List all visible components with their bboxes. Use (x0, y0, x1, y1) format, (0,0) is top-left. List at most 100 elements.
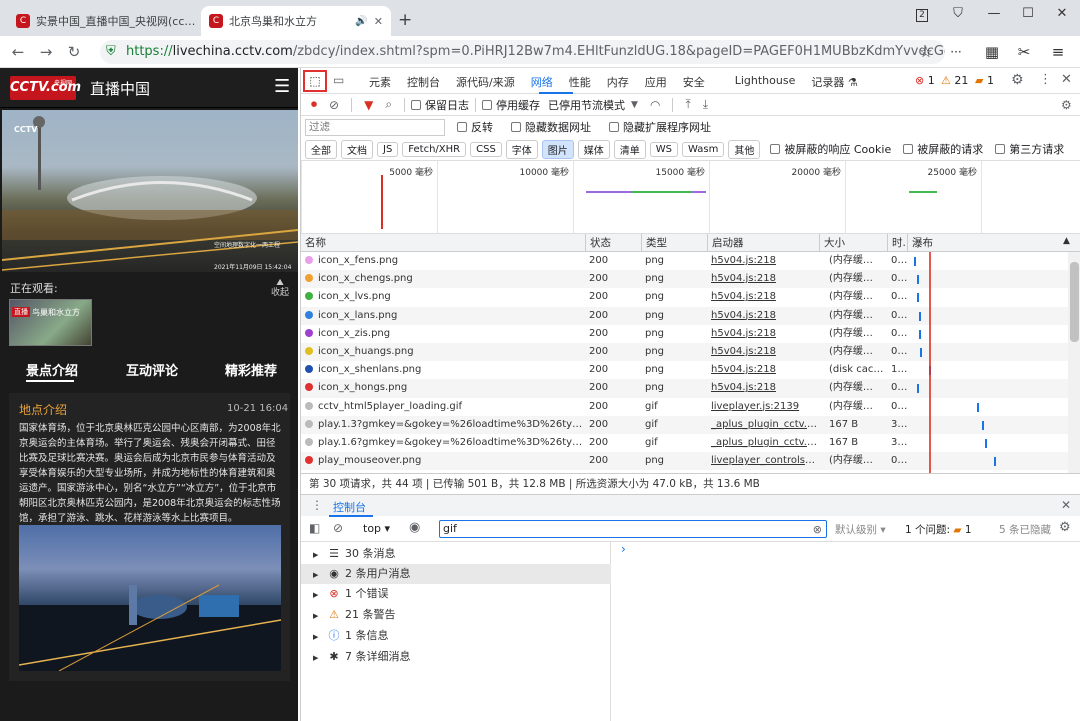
filter-all[interactable]: 全部 (305, 139, 337, 159)
message-group-info[interactable]: ▶ ⓘ 1 条信息 (301, 626, 611, 646)
drawer-tab-console[interactable]: 控制台 (333, 499, 366, 515)
live-video-player[interactable]: CCTV 空间地理数字化一两工程 2021年11月09日 15:42:04 (2, 110, 298, 272)
settings-gear-icon[interactable]: ⚙ (1011, 72, 1024, 88)
col-waterfall[interactable]: 瀑布 (907, 234, 1080, 252)
request-row[interactable]: icon_x_huangs.png 200 png h5v04.js:218 (内存缓…… (301, 343, 1080, 362)
console-prompt[interactable]: › (621, 542, 626, 556)
message-group-warnings[interactable]: ▶ ⚠ 21 条警告 (301, 605, 611, 625)
context-select[interactable]: top ▾ (363, 522, 390, 535)
log-level-select[interactable]: 默认级别 ▾ (835, 522, 886, 537)
request-initiator[interactable]: h5v04.js:218 (711, 288, 817, 306)
more-options-icon[interactable]: ⋮ (1039, 72, 1052, 87)
request-initiator[interactable]: h5v04.js:218 (711, 270, 817, 288)
tab-security[interactable]: 安全 (683, 74, 705, 90)
audio-icon[interactable]: 🔊 (355, 16, 367, 27)
blocked-requests-checkbox[interactable] (903, 144, 914, 154)
channel-thumbnail[interactable]: 直播 鸟巢和水立方 (9, 299, 92, 346)
filter-font[interactable]: 字体 (505, 139, 538, 159)
sidebar-toggle-icon[interactable]: ◧ (309, 521, 320, 535)
request-row[interactable]: icon_x_lvs.png 200 png h5v04.js:218 (内存缓… 0… (301, 288, 1080, 306)
menu-icon[interactable]: ≡ (1048, 42, 1068, 62)
extensions-grid-icon[interactable]: ▦ (982, 42, 1002, 62)
close-drawer-icon[interactable]: ✕ (1061, 498, 1071, 512)
upload-icon[interactable]: ⤒ (685, 97, 690, 112)
request-initiator[interactable]: liveplayer_controls.js:1 (711, 452, 817, 470)
filter-img[interactable]: 图片 (541, 139, 574, 159)
device-toolbar-icon[interactable]: ▭ (333, 73, 344, 87)
shirt-icon[interactable]: ⛉ (944, 4, 972, 24)
more-menu-icon[interactable]: ··· (946, 42, 966, 62)
issues-link[interactable]: 1 个问题: ▰ 1 (905, 522, 972, 537)
network-overview-timeline[interactable]: 5000 毫秒 10000 毫秒 15000 毫秒 20000 毫秒 25000… (301, 160, 1080, 235)
preserve-log-checkbox[interactable] (411, 99, 422, 110)
tab-count-icon[interactable]: 2 (908, 4, 936, 24)
filter-funnel-icon[interactable]: ▼ (364, 98, 373, 112)
col-initiator[interactable]: 启动器 (707, 234, 819, 252)
col-size[interactable]: 大小 (819, 234, 887, 252)
request-row[interactable]: cctv_html5player_loading.gif 200 gif livepl… (301, 398, 1080, 416)
search-icon[interactable]: ⌕ (385, 97, 392, 112)
minimize-icon[interactable]: — (980, 4, 1008, 24)
sort-arrow-icon[interactable]: ▲ (1063, 236, 1070, 246)
request-initiator[interactable]: h5v04.js:218 (711, 307, 817, 325)
network-filter-input[interactable]: 过滤 (305, 118, 445, 136)
bookmark-star-icon[interactable]: ☆ (916, 42, 936, 62)
message-group-all[interactable]: ▶ ☰ 30 条消息 (301, 544, 611, 564)
url-bar[interactable]: ⛨ https://livechina.cctv.com/zbdcy/index… (100, 40, 945, 64)
request-row[interactable]: play.1.3?gmkey=&gokey=%26loadtime%3D%26t… (301, 415, 1080, 434)
tab-sources[interactable]: 源代码/来源 (456, 74, 515, 90)
tab-recommend[interactable]: 精彩推荐 (225, 360, 277, 379)
filter-fetch-xhr[interactable]: Fetch/XHR (402, 141, 467, 157)
new-tab-button[interactable]: + (398, 10, 412, 30)
request-initiator[interactable]: _aplus_plugin_cctv.j… (711, 434, 817, 452)
forward-icon[interactable]: → (36, 42, 56, 62)
message-group-errors[interactable]: ▶ ⊗ 1 个错误 (301, 584, 611, 604)
filter-manifest[interactable]: 清单 (613, 139, 646, 159)
request-initiator[interactable]: h5v04.js:218 (711, 343, 817, 361)
filter-doc[interactable]: 文档 (341, 139, 373, 159)
request-initiator[interactable]: _aplus_plugin_cctv.j… (711, 416, 817, 434)
clear-filter-icon[interactable]: ⊗ (813, 522, 822, 538)
wifi-icon[interactable]: ◠ (650, 98, 660, 112)
request-row[interactable]: play_mouseover.png 200 png liveplayer_contr… (301, 452, 1080, 471)
tab-elements[interactable]: 元素 (369, 74, 391, 90)
request-row[interactable]: icon_x_zis.png 200 png h5v04.js:218 (内存缓… 0… (301, 325, 1080, 343)
maximize-icon[interactable]: ☐ (1014, 4, 1042, 24)
scissors-icon[interactable]: ✂ (1014, 42, 1034, 62)
request-initiator[interactable]: h5v04.js:218 (711, 379, 817, 397)
browser-tab-1[interactable]: C 实景中国_直播中国_央视网(cc… ✕ (8, 6, 196, 36)
reload-icon[interactable]: ↻ (64, 42, 84, 62)
request-initiator[interactable]: liveplayer.js:2139 (711, 398, 817, 416)
tab-scenic-intro[interactable]: 景点介绍 (26, 360, 78, 379)
request-row[interactable]: icon_x_shenlans.png 200 png h5v04.js:218 (di… (301, 361, 1080, 379)
tab-console[interactable]: 控制台 (407, 74, 440, 90)
record-icon[interactable]: ⏺ (311, 97, 317, 112)
tab-memory[interactable]: 内存 (607, 74, 629, 90)
request-initiator[interactable]: h5v04.js:218 (711, 252, 817, 270)
close-window-icon[interactable]: ✕ (1048, 4, 1076, 24)
request-row[interactable]: icon_x_fens.png 200 png h5v04.js:218 (内存缓… 0… (301, 252, 1080, 270)
tab-application[interactable]: 应用 (645, 74, 667, 90)
close-devtools-icon[interactable]: ✕ (1061, 72, 1072, 87)
close-tab-2-icon[interactable]: ✕ (374, 15, 383, 28)
error-counter[interactable]: ⊗ 1 (915, 74, 935, 87)
col-time[interactable]: 时. (887, 234, 907, 252)
filter-media[interactable]: 媒体 (577, 139, 610, 159)
tab-performance[interactable]: 性能 (569, 74, 591, 90)
clear-icon[interactable]: ⊘ (329, 98, 339, 112)
message-group-verbose[interactable]: ▶ ✱ 7 条详细消息 (301, 647, 611, 667)
request-row[interactable]: icon_x_hongs.png 200 png h5v04.js:218 (内存缓… 0… (301, 379, 1080, 398)
close-tab-1-icon[interactable]: ✕ (195, 15, 196, 28)
col-type[interactable]: 类型 (641, 234, 707, 252)
message-group-user[interactable]: ▶ ◉ 2 条用户消息 (301, 564, 611, 584)
warning-counter[interactable]: ⚠ 21 (941, 74, 968, 87)
browser-tab-2[interactable]: C 北京鸟巢和水立方 🔊 ✕ (201, 6, 391, 36)
filter-wasm[interactable]: Wasm (682, 141, 725, 157)
blocked-cookies-checkbox[interactable] (770, 144, 781, 154)
request-row[interactable]: icon_x_lans.png 200 png h5v04.js:218 (内存缓… 0… (301, 306, 1080, 325)
tab-network[interactable]: 网络 (531, 74, 553, 90)
drawer-menu-icon[interactable]: ⋮ (311, 498, 323, 512)
hide-data-urls-checkbox[interactable] (511, 122, 521, 132)
hamburger-menu-icon[interactable]: ☰ (274, 76, 290, 97)
hide-ext-urls-checkbox[interactable] (609, 122, 619, 132)
